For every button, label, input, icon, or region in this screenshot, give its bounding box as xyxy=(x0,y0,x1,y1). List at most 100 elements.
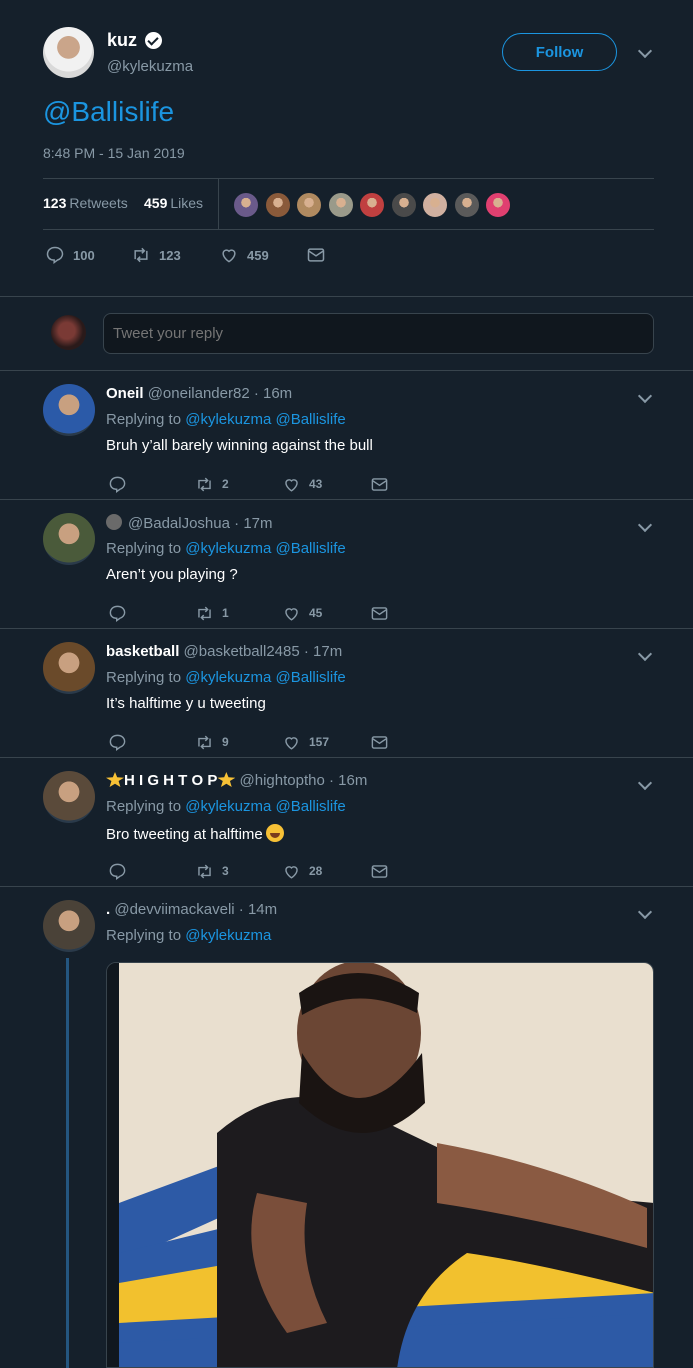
liker-avatar[interactable] xyxy=(390,192,417,218)
reply-author-name[interactable]: . xyxy=(106,901,110,918)
like-count: 157 xyxy=(309,735,330,749)
like-button[interactable]: 28 xyxy=(282,859,322,883)
reply-author-handle[interactable]: @BadalJoshua xyxy=(128,515,230,532)
reply-actions: 2 43 xyxy=(108,472,408,494)
like-button[interactable]: 459 xyxy=(219,243,269,267)
reply-author-avatar[interactable] xyxy=(43,384,95,436)
reply-text: Bruh y’all barely winning against the bu… xyxy=(106,437,373,454)
replying-to-label: Replying to xyxy=(106,669,182,686)
reply-button[interactable] xyxy=(108,730,127,754)
heart-icon xyxy=(285,736,298,750)
follow-button[interactable]: Follow xyxy=(502,33,617,71)
liker-avatar[interactable] xyxy=(422,192,448,218)
liker-avatar[interactable] xyxy=(264,192,291,218)
reply-author-avatar[interactable] xyxy=(43,771,95,823)
mention-link[interactable]: @kylekuzma xyxy=(185,540,271,557)
like-button[interactable]: 157 xyxy=(282,730,329,754)
liker-avatar[interactable] xyxy=(327,192,354,218)
reply-author-avatar[interactable] xyxy=(43,900,95,952)
reply-author-avatar[interactable] xyxy=(43,642,95,694)
reply-author-name[interactable]: Oneil xyxy=(106,385,144,402)
chevron-down-icon[interactable] xyxy=(637,904,653,920)
direct-message-button[interactable] xyxy=(370,730,389,754)
chevron-down-icon[interactable] xyxy=(637,646,653,662)
direct-message-button[interactable] xyxy=(306,243,326,267)
mention-link[interactable]: @kylekuzma xyxy=(185,798,271,815)
reply-author-handle[interactable]: @basketball2485 xyxy=(184,643,300,660)
author-name[interactable]: kuz xyxy=(107,30,137,51)
liker-avatar[interactable] xyxy=(233,192,259,218)
retweet-button[interactable]: 123 xyxy=(131,243,181,267)
tweet-timestamp[interactable]: 8:48 PM - 15 Jan 2019 xyxy=(43,145,185,161)
chevron-down-icon[interactable] xyxy=(637,388,653,404)
retweet-button[interactable]: 1 xyxy=(195,601,229,625)
dizzy-star-icon xyxy=(217,772,236,787)
likes-stat[interactable]: 459 Likes xyxy=(144,195,203,211)
reply-actions: 3 28 xyxy=(108,859,408,881)
retweet-button[interactable]: 2 xyxy=(195,472,229,496)
reply-author-handle[interactable]: @devviimackaveli xyxy=(114,901,234,918)
mention-link[interactable]: @Ballislife xyxy=(275,669,345,686)
reply-button[interactable] xyxy=(108,601,127,625)
reply-timestamp[interactable]: 17m xyxy=(243,515,272,532)
liker-avatar[interactable] xyxy=(359,192,385,218)
retweet-button[interactable]: 9 xyxy=(195,730,229,754)
reply-header: basketball @basketball2485 · 17m xyxy=(106,643,342,660)
mention-link[interactable]: @Ballislife xyxy=(275,411,345,428)
reply-tweet[interactable]: basketball @basketball2485 · 17m Replying… xyxy=(0,629,693,758)
thread-line xyxy=(66,958,69,1368)
retweet-count: 3 xyxy=(222,864,229,878)
reply-author-name[interactable]: basketball xyxy=(106,643,179,660)
reply-media-gif[interactable] xyxy=(106,962,654,1368)
mention-link[interactable]: @kylekuzma xyxy=(185,411,271,428)
heart-icon xyxy=(285,865,298,879)
reply-button[interactable]: 100 xyxy=(45,243,95,267)
reply-timestamp[interactable]: 16m xyxy=(263,385,292,402)
replying-to-label: Replying to xyxy=(106,411,182,428)
reply-icon xyxy=(109,734,126,751)
mention-link[interactable]: @Ballislife xyxy=(275,540,345,557)
direct-message-button[interactable] xyxy=(370,472,389,496)
author-avatar[interactable] xyxy=(43,27,94,78)
reply-composer xyxy=(0,297,693,371)
direct-message-button[interactable] xyxy=(370,601,389,625)
reply-tweet[interactable]: Oneil @oneilander82 · 16m Replying to @ky… xyxy=(0,371,693,500)
liker-avatar[interactable] xyxy=(453,192,480,218)
chevron-down-icon[interactable] xyxy=(637,517,653,533)
chevron-down-icon[interactable] xyxy=(637,775,653,791)
liker-avatar[interactable] xyxy=(296,192,322,218)
reply-tweet[interactable]: @BadalJoshua · 17m Replying to @kylekuzma… xyxy=(0,500,693,629)
reply-timestamp[interactable]: 17m xyxy=(313,643,342,660)
reply-button[interactable] xyxy=(108,859,127,883)
reply-author-avatar[interactable] xyxy=(43,513,95,565)
liker-avatar[interactable] xyxy=(485,192,511,218)
current-user-avatar xyxy=(51,315,86,350)
reply-author-name[interactable]: H I G H T O P xyxy=(124,772,217,789)
author-handle[interactable]: @kylekuzma xyxy=(107,58,193,75)
like-button[interactable]: 45 xyxy=(282,601,322,625)
reply-author-handle[interactable]: @hightoptho xyxy=(240,772,325,789)
retweets-stat[interactable]: 123 Retweets xyxy=(43,195,128,211)
reply-button[interactable] xyxy=(108,472,127,496)
replying-to: Replying to @kylekuzma xyxy=(106,927,271,944)
tweet-text[interactable]: @Ballislife xyxy=(43,96,174,128)
chevron-down-icon[interactable] xyxy=(637,43,653,59)
reply-timestamp[interactable]: 16m xyxy=(338,772,367,789)
reply-header: @BadalJoshua · 17m xyxy=(106,514,273,532)
envelope-icon xyxy=(307,248,325,262)
direct-message-button[interactable] xyxy=(370,859,389,883)
dizzy-star-icon xyxy=(106,772,124,787)
retweet-count: 2 xyxy=(222,477,229,491)
reply-author-handle[interactable]: @oneilander82 xyxy=(148,385,250,402)
gorilla-emoji-icon xyxy=(106,514,122,530)
like-button[interactable]: 43 xyxy=(282,472,322,496)
retweet-button[interactable]: 3 xyxy=(195,859,229,883)
reply-input[interactable] xyxy=(103,313,654,354)
reply-icon xyxy=(109,863,126,880)
mention-link[interactable]: @kylekuzma xyxy=(185,669,271,686)
mention-link[interactable]: @kylekuzma xyxy=(185,927,271,944)
reply-timestamp[interactable]: 14m xyxy=(248,901,277,918)
mention-link[interactable]: @Ballislife xyxy=(275,798,345,815)
reply-tweet[interactable]: H I G H T O P @hightoptho · 16m Replying … xyxy=(0,758,693,887)
separator-dot: · xyxy=(328,772,334,789)
